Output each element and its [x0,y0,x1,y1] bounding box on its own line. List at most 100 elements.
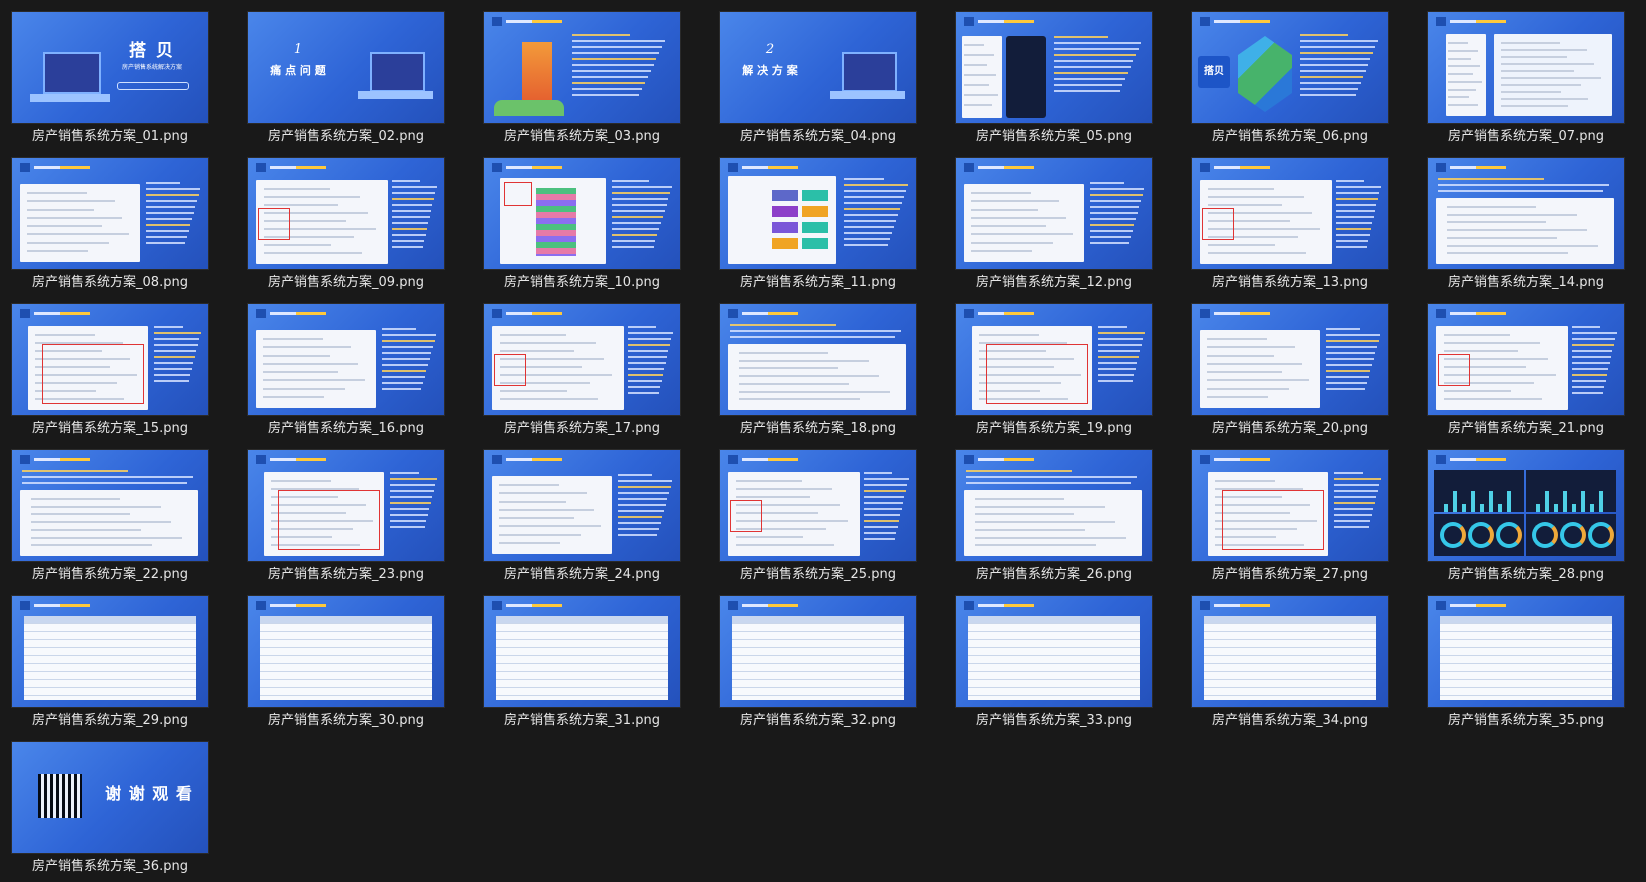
table-row [24,664,196,672]
file-thumbnail-item[interactable]: 房产销售系统方案_10.png [484,158,680,295]
slide-text-lines [382,328,438,394]
thumbnail-image[interactable] [484,596,680,707]
file-thumbnail-item[interactable]: 房产销售系统方案_24.png [484,450,680,587]
file-thumbnail-item[interactable]: 房产销售系统方案_31.png [484,596,680,733]
file-thumbnail-item[interactable]: 房产销售系统方案_12.png [956,158,1152,295]
thumbnail-image[interactable] [248,450,444,561]
file-thumbnail-item[interactable]: 搭 贝房产销售系统解决方案房产销售系统方案_01.png [12,12,208,149]
file-name-label: 房产销售系统方案_08.png [32,275,188,290]
thumbnail-image[interactable] [484,304,680,415]
file-thumbnail-item[interactable]: 房产销售系统方案_35.png [1428,596,1624,733]
thumbnail-image[interactable] [248,304,444,415]
thumbnail-image[interactable] [956,450,1152,561]
thumbnail-image[interactable]: 搭 贝房产销售系统解决方案 [12,12,208,123]
table-row [1204,656,1376,664]
table-row [1440,624,1612,632]
file-thumbnail-item[interactable]: 房产销售系统方案_05.png [956,12,1152,149]
bar-mark [1444,504,1448,512]
slide-header [1200,309,1270,318]
file-thumbnail-item[interactable]: 房产销售系统方案_03.png [484,12,680,149]
thumbnail-image[interactable] [12,450,208,561]
file-thumbnail-item[interactable]: 1 痛 点 问 题房产销售系统方案_02.png [248,12,444,149]
file-name-label: 房产销售系统方案_18.png [740,421,896,436]
thumbnail-image[interactable] [720,304,916,415]
file-name-label: 房产销售系统方案_01.png [32,129,188,144]
file-thumbnail-item[interactable]: 房产销售系统方案_23.png [248,450,444,587]
thumbnail-image[interactable] [1428,12,1624,123]
thumbnail-image[interactable] [1428,158,1624,269]
thumbnail-image[interactable]: 1 痛 点 问 题 [248,12,444,123]
thumbnail-image[interactable] [1192,450,1388,561]
slide-text-lines [154,326,202,386]
table-row [260,648,432,656]
file-thumbnail-item[interactable]: 搭贝 房产销售系统方案_06.png [1192,12,1388,149]
thumbnail-image[interactable] [1192,158,1388,269]
feature-table [1204,616,1376,700]
file-thumbnail-item[interactable]: 房产销售系统方案_20.png [1192,304,1388,441]
file-thumbnail-item[interactable]: 房产销售系统方案_08.png [12,158,208,295]
thumbnail-image[interactable]: 搭贝 [1192,12,1388,123]
table-row [260,624,432,632]
thumbnail-image[interactable] [1192,596,1388,707]
thumbnail-image[interactable] [1428,596,1624,707]
bar-mark [1545,491,1549,512]
file-thumbnail-item[interactable]: 房产销售系统方案_32.png [720,596,916,733]
thumbnail-image[interactable] [956,158,1152,269]
thumbnail-image[interactable] [1428,450,1624,561]
file-thumbnail-item[interactable]: 房产销售系统方案_26.png [956,450,1152,587]
table-row [968,672,1140,680]
file-thumbnail-item[interactable]: 房产销售系统方案_28.png [1428,450,1624,587]
file-thumbnail-item[interactable]: 房产销售系统方案_17.png [484,304,680,441]
bar-mark [1581,491,1585,512]
file-thumbnail-item[interactable]: 房产销售系统方案_21.png [1428,304,1624,441]
bar-mark [1507,491,1511,512]
thumbnail-image[interactable] [1192,304,1388,415]
file-thumbnail-item[interactable]: 房产销售系统方案_09.png [248,158,444,295]
file-thumbnail-item[interactable]: 2 解 决 方 案房产销售系统方案_04.png [720,12,916,149]
thumbnail-image[interactable] [484,158,680,269]
file-thumbnail-item[interactable]: 房产销售系统方案_14.png [1428,158,1624,295]
thumbnail-image[interactable] [1428,304,1624,415]
table-row [968,688,1140,696]
donut-chart [1532,522,1558,548]
file-thumbnail-item[interactable]: 房产销售系统方案_07.png [1428,12,1624,149]
bar-mark [1498,504,1502,512]
file-thumbnail-item[interactable]: 房产销售系统方案_19.png [956,304,1152,441]
file-thumbnail-item[interactable]: 房产销售系统方案_34.png [1192,596,1388,733]
thumbnail-image[interactable] [720,158,916,269]
file-thumbnail-item[interactable]: 房产销售系统方案_29.png [12,596,208,733]
thumbnail-image[interactable]: 谢 谢 观 看 [12,742,208,853]
thumbnail-image[interactable] [12,304,208,415]
thumbnail-image[interactable] [484,450,680,561]
thumbnail-image[interactable]: 2 解 决 方 案 [720,12,916,123]
thumbnail-image[interactable] [12,596,208,707]
thumbnail-image[interactable] [248,158,444,269]
file-thumbnail-item[interactable]: 房产销售系统方案_16.png [248,304,444,441]
table-row [1204,672,1376,680]
thumbnail-image[interactable] [248,596,444,707]
bar-mark [1590,504,1594,512]
file-thumbnail-item[interactable]: 房产销售系统方案_27.png [1192,450,1388,587]
file-thumbnail-item[interactable]: 房产销售系统方案_22.png [12,450,208,587]
table-row [968,656,1140,664]
file-thumbnail-item[interactable]: 房产销售系统方案_25.png [720,450,916,587]
thumbnail-image[interactable] [956,304,1152,415]
file-thumbnail-item[interactable]: 房产销售系统方案_13.png [1192,158,1388,295]
table-row [1204,624,1376,632]
file-thumbnail-item[interactable]: 房产销售系统方案_11.png [720,158,916,295]
thumbnail-image[interactable] [484,12,680,123]
file-thumbnail-item[interactable]: 房产销售系统方案_30.png [248,596,444,733]
highlight-box [258,208,290,240]
table-row [496,640,668,648]
file-thumbnail-item[interactable]: 房产销售系统方案_18.png [720,304,916,441]
thumbnail-image[interactable] [956,596,1152,707]
file-thumbnail-item[interactable]: 房产销售系统方案_33.png [956,596,1152,733]
thumbnail-image[interactable] [12,158,208,269]
thumbnail-image[interactable] [956,12,1152,123]
thumbnail-image[interactable] [720,450,916,561]
table-row [732,672,904,680]
slide-header [728,455,798,464]
file-thumbnail-item[interactable]: 房产销售系统方案_15.png [12,304,208,441]
file-thumbnail-item[interactable]: 谢 谢 观 看房产销售系统方案_36.png [12,742,208,879]
thumbnail-image[interactable] [720,596,916,707]
